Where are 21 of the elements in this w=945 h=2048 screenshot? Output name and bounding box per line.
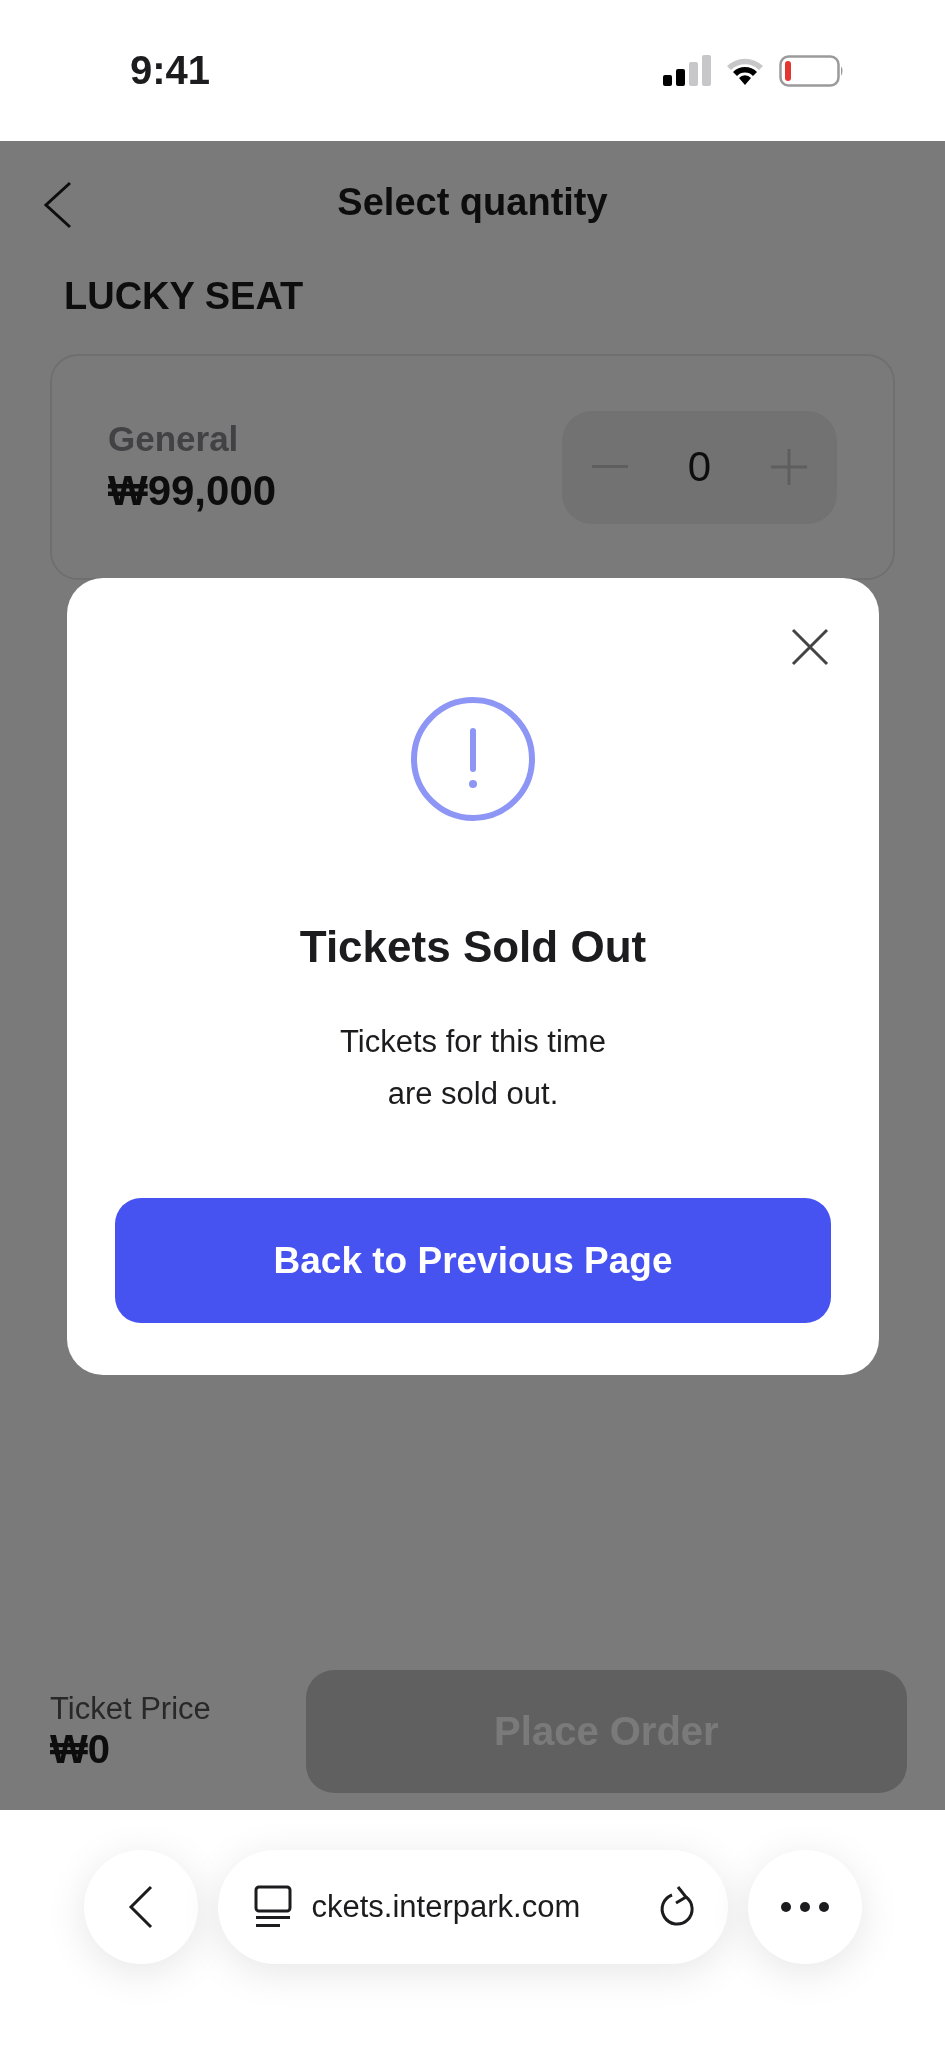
dialog-title: Tickets Sold Out bbox=[299, 922, 647, 972]
status-time: 9:41 bbox=[130, 48, 211, 93]
more-icon bbox=[780, 1902, 829, 1912]
section-title: LUCKY SEAT bbox=[63, 274, 305, 318]
ticket-price: ₩99,000 bbox=[108, 467, 277, 515]
back-to-previous-button[interactable]: Back to Previous Page bbox=[115, 1198, 831, 1323]
signal-icon bbox=[663, 54, 711, 87]
alert-icon bbox=[410, 696, 536, 822]
page-title: Select quantity bbox=[337, 180, 608, 224]
quantity-value: 0 bbox=[687, 443, 712, 491]
close-icon[interactable] bbox=[791, 628, 829, 666]
total-price: ₩0 bbox=[50, 1727, 111, 1772]
back-icon[interactable] bbox=[42, 180, 74, 230]
back-icon bbox=[127, 1884, 154, 1930]
url-text: ckets.interpark.com bbox=[311, 1889, 582, 1925]
dialog-message: Tickets for this time are sold out. bbox=[340, 1023, 606, 1113]
battery-icon bbox=[779, 54, 845, 87]
ticket-name: General bbox=[108, 419, 240, 459]
price-label: Ticket Price bbox=[50, 1691, 211, 1727]
reader-icon[interactable] bbox=[253, 1885, 292, 1929]
address-bar[interactable]: ckets.interpark.com bbox=[217, 1850, 728, 1964]
